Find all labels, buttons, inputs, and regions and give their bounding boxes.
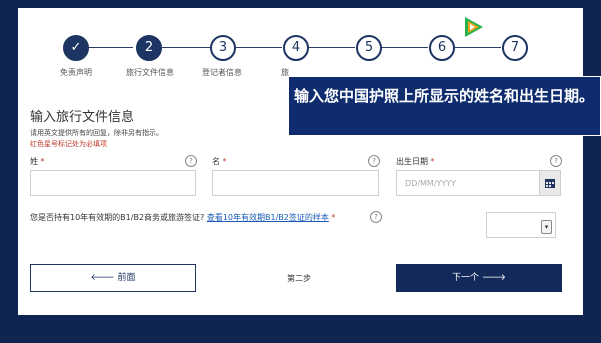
chevron-down-icon: ▾ xyxy=(541,220,552,234)
surname-label-text: 姓 xyxy=(30,157,38,166)
visa-question-text: 您是否持有10年有效期的B1/B2商务或旅游签证? xyxy=(30,213,205,222)
surname-input[interactable] xyxy=(30,170,196,196)
bottom-bar xyxy=(0,315,601,343)
next-button[interactable]: 下一个 🡒 xyxy=(396,264,562,292)
required-asterisk: * xyxy=(331,213,336,222)
given-name-label-text: 名 xyxy=(212,157,220,166)
top-bar xyxy=(0,0,601,8)
visa-select[interactable]: ▾ xyxy=(486,212,556,238)
calendar-icon xyxy=(545,179,555,188)
step-connector xyxy=(308,47,355,48)
step-2-label: 旅行文件信息 xyxy=(126,68,174,77)
step-connector xyxy=(454,47,501,48)
step-5-circle[interactable]: 5 xyxy=(356,35,382,61)
dob-help-icon[interactable]: ? xyxy=(550,155,562,167)
back-button[interactable]: 🡐 前面 xyxy=(30,264,196,292)
surname-label: 姓 * xyxy=(30,156,45,167)
step-4-circle[interactable]: 4 xyxy=(283,35,309,61)
calendar-button[interactable] xyxy=(539,170,561,196)
surname-help-icon[interactable]: ? xyxy=(185,155,197,167)
visa-question: 您是否持有10年有效期的B1/B2商务或旅游签证? 查看10年有效期B1/B2签… xyxy=(30,212,335,223)
required-asterisk: * xyxy=(222,157,227,166)
dob-input[interactable]: DD/MM/YYYY xyxy=(396,170,540,196)
step-1-label: 免责声明 xyxy=(60,68,92,77)
subtitle-overlay: 输入您中国护照上所显示的姓名和出生日期。 xyxy=(288,76,601,136)
required-note: 红色星号标记处为必填项 xyxy=(30,140,107,148)
step-connector xyxy=(162,47,210,48)
step-6-circle[interactable]: 6 xyxy=(429,35,455,61)
section-title: 输入旅行文件信息 xyxy=(30,110,135,125)
step-1-circle[interactable]: ✓ xyxy=(63,35,89,61)
visa-sample-link[interactable]: 查看10年有效期B1/B2签证的样本 xyxy=(207,213,329,222)
play-logo-icon xyxy=(465,17,483,37)
required-asterisk: * xyxy=(430,157,435,166)
visa-help-icon[interactable]: ? xyxy=(370,211,382,223)
step-connector xyxy=(88,47,133,48)
step-3-circle[interactable]: 3 xyxy=(210,35,236,61)
dob-label-text: 出生日期 xyxy=(396,157,428,166)
given-name-label: 名 * xyxy=(212,156,227,167)
dob-label: 出生日期 * xyxy=(396,156,435,167)
step-connector xyxy=(381,47,428,48)
step-indicator: 第二步 xyxy=(287,274,311,283)
step-connector xyxy=(236,47,282,48)
given-name-input[interactable] xyxy=(212,170,379,196)
logo-text: 腾讯视频 xyxy=(488,21,544,37)
required-asterisk: * xyxy=(40,157,45,166)
step-2-circle[interactable]: 2 xyxy=(136,35,162,61)
given-name-help-icon[interactable]: ? xyxy=(368,155,380,167)
step-7-circle[interactable]: 7 xyxy=(502,35,528,61)
instruction-text: 请用英文提供所有的回复，除非另有指示。 xyxy=(30,129,163,137)
step-3-label: 登记者信息 xyxy=(202,68,242,77)
